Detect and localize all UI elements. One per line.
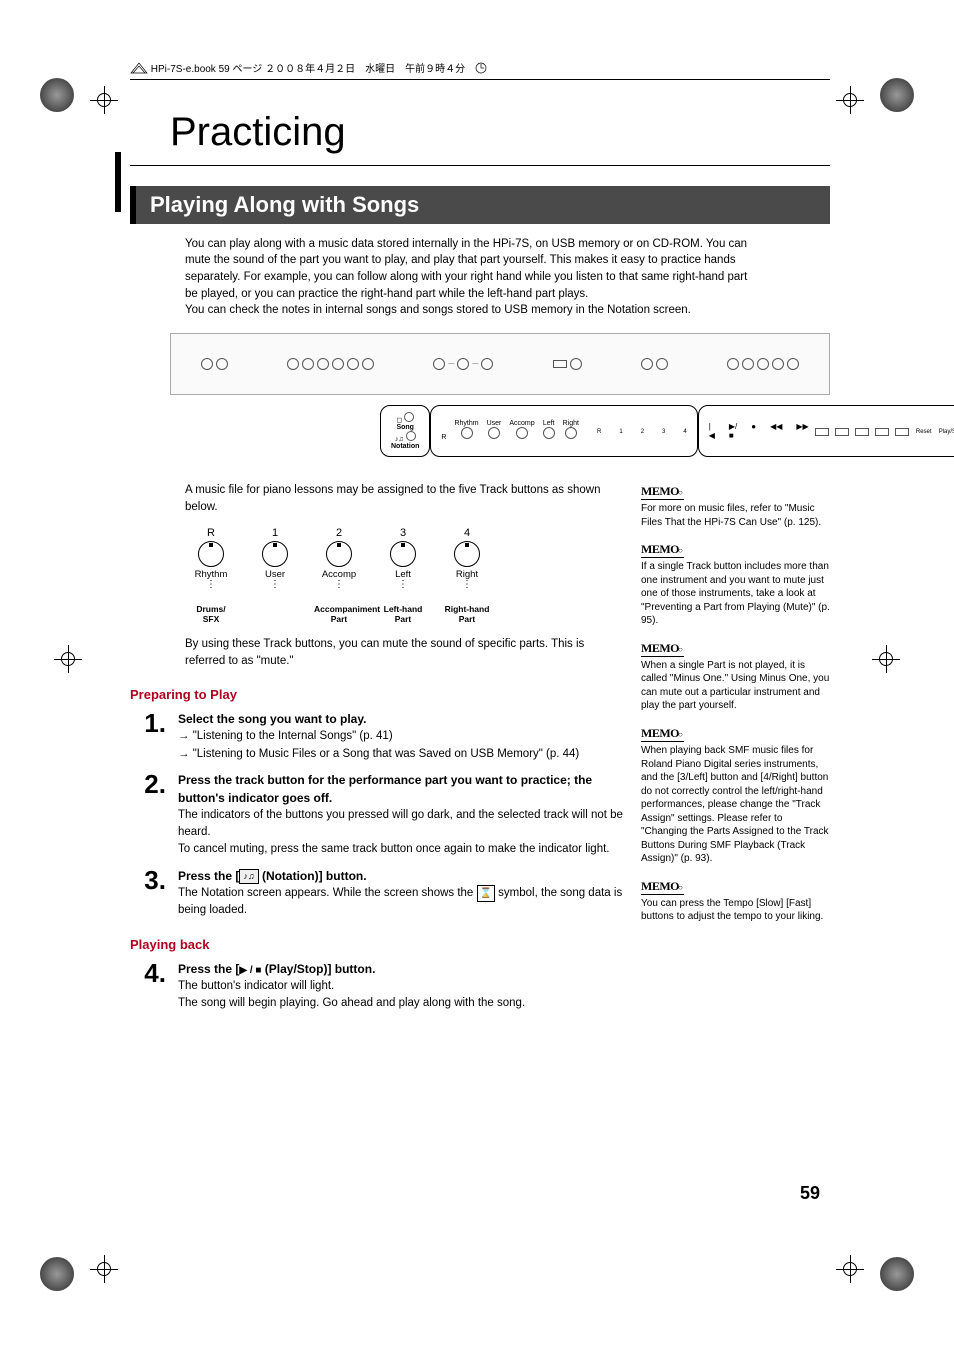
track-item: 2Accomp⋮AccompanimentPart: [314, 527, 364, 624]
step-1-ref-2: "Listening to Music Files or a Song that…: [178, 746, 625, 763]
notation-icon: ♪♫: [239, 869, 258, 885]
step-1-ref-1: "Listening to the Internal Songs" (p. 41…: [178, 728, 625, 745]
preparing-heading: Preparing to Play: [130, 687, 625, 702]
section-intro: You can play along with a music data sto…: [185, 236, 755, 319]
book-header-text: HPi-7S-e.book 59 ページ ２００８年４月２日 水曜日 午前９時４…: [151, 64, 465, 75]
step-1: 1. Select the song you want to play. "Li…: [130, 710, 625, 763]
memo-4: MEMO When playing back SMF music files f…: [641, 713, 830, 866]
chapter-rule: [130, 165, 830, 166]
tracks-intro: A music file for piano lessons may be as…: [185, 482, 625, 515]
track-item: 1User⋮: [250, 527, 300, 624]
crop-mark: [836, 86, 864, 114]
play-stop-icon: ▶ / ■: [239, 965, 261, 976]
crop-mark: [54, 645, 82, 673]
keyboard-panel-diagram: — —: [170, 333, 830, 395]
song-callout: ◻ Song ♪♫ Notation: [380, 405, 430, 457]
crop-mark: [90, 86, 118, 114]
memo-2: MEMO If a single Track button includes m…: [641, 529, 830, 628]
main-column: A music file for piano lessons may be as…: [130, 471, 625, 1017]
memo-label: MEMO: [641, 878, 684, 895]
chapter-tab: [115, 152, 121, 212]
step-2-body: The indicators of the buttons you presse…: [178, 807, 625, 859]
print-corner-bl: [40, 1257, 74, 1291]
memo-1: MEMO For more on music files, refer to "…: [641, 471, 830, 529]
step-3-body: The Notation screen appears. While the s…: [178, 885, 625, 920]
track-buttons-diagram: RRhythm⋮Drums/SFX 1User⋮ 2Accomp⋮Accompani…: [186, 527, 625, 624]
crop-mark: [872, 645, 900, 673]
track-item: 3Left⋮Left-handPart: [378, 527, 428, 624]
print-corner-br: [880, 1257, 914, 1291]
playing-back-heading: Playing back: [130, 937, 625, 952]
step-4-title: Press the [▶ / ■ (Play/Stop)] button.: [178, 960, 625, 978]
track-panel-callout: RRhythmUserAccompLeftRightR1234: [430, 405, 697, 457]
memo-5: MEMO You can press the Tempo [Slow] [Fas…: [641, 866, 830, 924]
mute-note: By using these Track buttons, you can mu…: [185, 636, 625, 669]
step-2: 2. Press the track button for the perfor…: [130, 771, 625, 859]
page-content: HPi-7S-e.book 59 ページ ２００８年４月２日 水曜日 午前９時４…: [130, 60, 830, 1017]
memo-label: MEMO: [641, 483, 684, 500]
crop-mark: [90, 1255, 118, 1283]
step-1-title: Select the song you want to play.: [178, 710, 625, 728]
book-header: HPi-7S-e.book 59 ページ ２００８年４月２日 水曜日 午前９時４…: [130, 60, 830, 80]
page-number: 59: [800, 1183, 820, 1204]
chapter-title: Practicing: [170, 110, 830, 155]
track-item: 4Right⋮Right-handPart: [442, 527, 492, 624]
print-corner-tr: [880, 78, 914, 112]
section-heading: Playing Along with Songs: [130, 186, 830, 224]
print-corner-tl: [40, 78, 74, 112]
step-4: 4. Press the [▶ / ■ (Play/Stop)] button.…: [130, 960, 625, 1013]
step-3-title: Press the [♪♫ (Notation)] button.: [178, 867, 625, 885]
crop-mark: [836, 1255, 864, 1283]
step-3: 3. Press the [♪♫ (Notation)] button. The…: [130, 867, 625, 920]
memo-label: MEMO: [641, 725, 684, 742]
transport-callout: |◀▶/■●◀◀▶▶ResetPlay/StopRecBwdFwd: [698, 405, 954, 457]
memo-label: MEMO: [641, 541, 684, 558]
memo-column: MEMO For more on music files, refer to "…: [625, 471, 830, 1017]
step-2-title: Press the track button for the performan…: [178, 771, 625, 807]
step-4-body: The button's indicator will light. The s…: [178, 978, 625, 1013]
memo-3: MEMO When a single Part is not played, i…: [641, 628, 830, 713]
panel-callouts: ◻ Song ♪♫ Notation RRhythmUserAccompLeft…: [380, 405, 750, 457]
hourglass-icon: ⌛: [477, 885, 495, 902]
track-item: RRhythm⋮Drums/SFX: [186, 527, 236, 624]
memo-label: MEMO: [641, 640, 684, 657]
